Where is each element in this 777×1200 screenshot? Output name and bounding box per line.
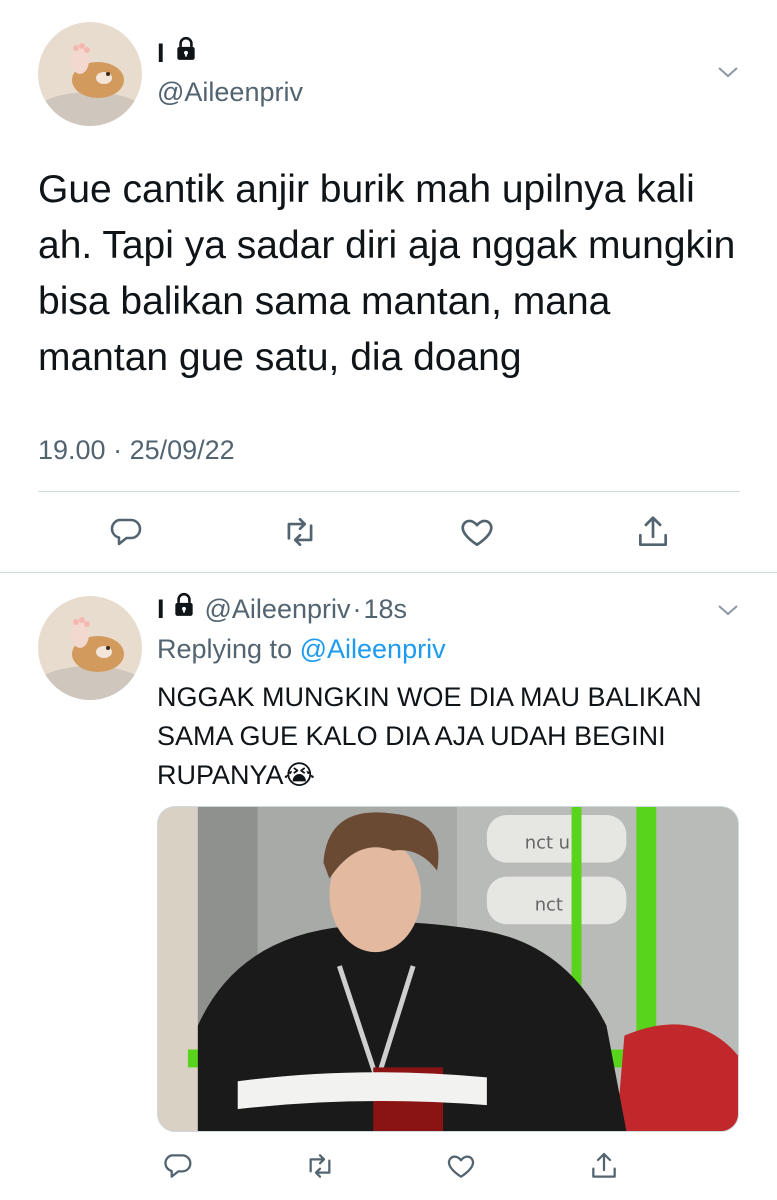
profile-avatar[interactable] bbox=[38, 22, 142, 126]
reply-icon bbox=[164, 1154, 192, 1178]
reply-handle[interactable]: @Aileenpriv bbox=[205, 592, 351, 626]
photo-image: nct u nct bbox=[158, 807, 738, 1131]
replying-to-handle[interactable]: @Aileenpriv bbox=[300, 634, 446, 664]
like-icon bbox=[461, 519, 493, 547]
lock-icon bbox=[171, 592, 197, 626]
share-button[interactable] bbox=[584, 1146, 624, 1186]
hamster-avatar-image bbox=[38, 596, 142, 700]
tweet-time: 19.00 bbox=[38, 435, 106, 465]
retweet-button[interactable] bbox=[300, 1146, 340, 1186]
reply-text-body: NGGAK MUNGKIN WOE DIA MAU BALIKAN SAMA G… bbox=[157, 682, 702, 790]
tweet-separator bbox=[0, 572, 777, 573]
like-button[interactable] bbox=[441, 1146, 481, 1186]
display-name-text: I bbox=[157, 37, 165, 68]
lock-icon bbox=[173, 36, 199, 69]
chevron-down-icon[interactable] bbox=[716, 60, 740, 84]
crying-emoji: 😭 bbox=[283, 760, 316, 790]
sign-text-1: nct u bbox=[525, 833, 570, 854]
reply-age[interactable]: 18s bbox=[363, 592, 407, 626]
tweet-timestamp[interactable]: 19.00 · 25/09/22 bbox=[38, 432, 235, 468]
reply-header: I @Aileenpriv · 18s bbox=[157, 592, 407, 626]
replying-to: Replying to @Aileenpriv bbox=[157, 632, 446, 666]
chevron-down-icon[interactable] bbox=[716, 598, 740, 622]
like-icon bbox=[447, 1155, 475, 1178]
reply-display-name[interactable]: I bbox=[157, 592, 165, 626]
reply-button[interactable] bbox=[105, 512, 145, 552]
meta-separator: · bbox=[113, 435, 130, 465]
sign-text-2: nct bbox=[535, 894, 563, 915]
reply-text: NGGAK MUNGKIN WOE DIA MAU BALIKAN SAMA G… bbox=[157, 678, 747, 795]
share-icon bbox=[592, 1152, 616, 1178]
display-name[interactable]: I bbox=[157, 36, 199, 69]
reply-avatar[interactable] bbox=[38, 596, 142, 700]
retweet-button[interactable] bbox=[280, 512, 320, 552]
share-icon bbox=[638, 516, 668, 547]
reply-icon bbox=[110, 518, 142, 546]
divider bbox=[38, 491, 740, 492]
reply-button[interactable] bbox=[157, 1146, 197, 1186]
tweet-date: 25/09/22 bbox=[129, 435, 235, 465]
user-handle[interactable]: @Aileenpriv bbox=[157, 76, 303, 108]
hamster-avatar-image bbox=[38, 22, 142, 126]
replying-to-prefix: Replying to bbox=[157, 634, 293, 664]
retweet-icon bbox=[309, 1154, 331, 1178]
tweet-text: Gue cantik anjir burik mah upilnya kali … bbox=[38, 168, 736, 379]
share-button[interactable] bbox=[633, 512, 673, 552]
meta-separator: · bbox=[352, 594, 362, 624]
reply-media-image[interactable]: nct u nct bbox=[157, 806, 739, 1132]
retweet-icon bbox=[287, 517, 313, 547]
like-button[interactable] bbox=[457, 512, 497, 552]
